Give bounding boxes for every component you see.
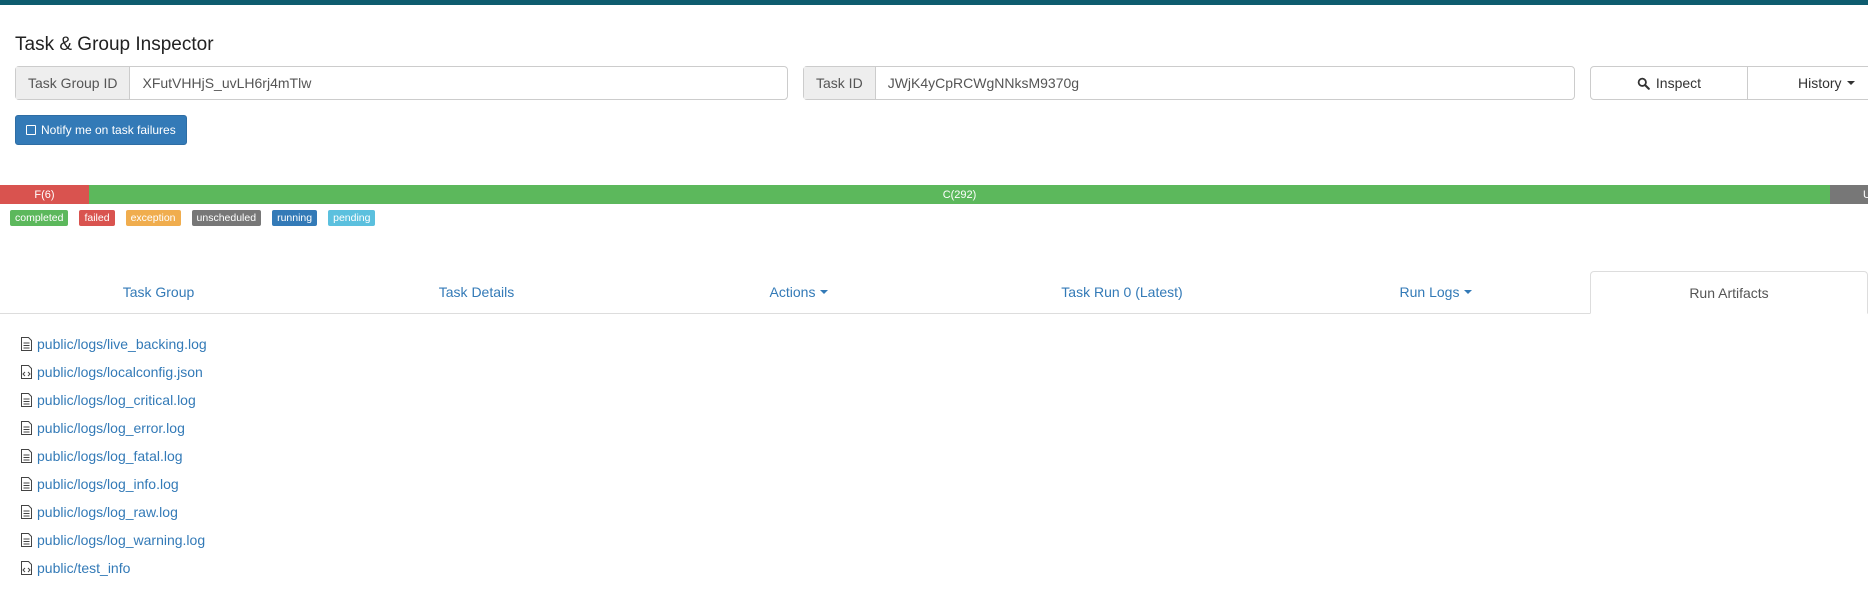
history-label: History xyxy=(1798,75,1842,91)
list-item: public/logs/localconfig.json xyxy=(20,358,207,386)
artifact-link[interactable]: public/test_info xyxy=(37,560,130,576)
task-group-id-input[interactable] xyxy=(130,67,787,99)
file-code-icon xyxy=(21,561,32,575)
artifact-link[interactable]: public/logs/localconfig.json xyxy=(37,364,203,380)
tab-task-run[interactable]: Task Run 0 (Latest) xyxy=(962,271,1282,313)
tab-run-artifacts-label: Run Artifacts xyxy=(1689,284,1769,301)
file-text-icon xyxy=(21,393,32,407)
list-item: public/logs/log_warning.log xyxy=(20,526,207,554)
task-id-group: Task ID xyxy=(803,66,1575,100)
legend-completed: completed xyxy=(10,210,69,226)
search-icon xyxy=(1637,77,1650,90)
legend-failed: failed xyxy=(79,210,115,226)
tab-task-group[interactable]: Task Group xyxy=(0,271,317,313)
task-group-id-group: Task Group ID xyxy=(15,66,788,100)
page-title: Task & Group Inspector xyxy=(15,34,214,55)
progress-segment-unscheduled[interactable]: U xyxy=(1830,185,1868,204)
file-text-icon xyxy=(21,505,32,519)
tab-task-run-label: Task Run 0 (Latest) xyxy=(1061,284,1183,300)
file-code-icon xyxy=(21,365,32,379)
caret-down-icon xyxy=(1464,290,1473,294)
file-text-icon xyxy=(21,337,32,351)
caret-down-icon xyxy=(1846,81,1855,85)
file-text-icon xyxy=(21,421,32,435)
tab-run-artifacts[interactable]: Run Artifacts xyxy=(1590,271,1868,314)
artifact-link[interactable]: public/logs/log_fatal.log xyxy=(37,448,183,464)
notify-failures-button[interactable]: Notify me on task failures xyxy=(15,115,187,145)
inspect-button[interactable]: Inspect xyxy=(1590,66,1748,100)
checkbox-empty-icon xyxy=(26,125,36,135)
task-status-progress-bar: F(6) C(292) U xyxy=(0,185,1868,204)
progress-segment-failed[interactable]: F(6) xyxy=(0,185,89,204)
artifact-link[interactable]: public/logs/log_info.log xyxy=(37,476,179,492)
tab-run-logs[interactable]: Run Logs xyxy=(1282,271,1590,313)
list-item: public/test_info xyxy=(20,554,207,582)
history-dropdown-button[interactable]: History xyxy=(1747,66,1868,100)
file-text-icon xyxy=(21,533,32,547)
file-text-icon xyxy=(21,449,32,463)
artifact-link[interactable]: public/logs/log_warning.log xyxy=(37,532,205,548)
file-text-icon xyxy=(21,477,32,491)
notify-label: Notify me on task failures xyxy=(41,123,176,137)
tab-task-group-label: Task Group xyxy=(122,284,195,300)
task-id-input[interactable] xyxy=(875,67,1574,99)
list-item: public/logs/log_critical.log xyxy=(20,386,207,414)
legend-pending: pending xyxy=(328,210,376,226)
tab-task-details[interactable]: Task Details xyxy=(317,271,636,313)
tab-actions-label: Actions xyxy=(769,284,816,300)
task-id-label: Task ID xyxy=(804,67,876,99)
tab-actions[interactable]: Actions xyxy=(636,271,962,313)
status-legend: completed failed exception unscheduled r… xyxy=(10,210,376,226)
artifact-list: public/logs/live_backing.log public/logs… xyxy=(20,330,207,582)
list-item: public/logs/log_raw.log xyxy=(20,498,207,526)
tab-task-details-label: Task Details xyxy=(438,284,515,300)
legend-running: running xyxy=(272,210,318,226)
list-item: public/logs/live_backing.log xyxy=(20,330,207,358)
artifact-link[interactable]: public/logs/live_backing.log xyxy=(37,336,207,352)
tab-run-logs-label: Run Logs xyxy=(1399,284,1460,300)
task-group-id-label: Task Group ID xyxy=(16,67,131,99)
inspector-tabs: Task Group Task Details Actions Task Run… xyxy=(0,271,1868,314)
artifact-link[interactable]: public/logs/log_critical.log xyxy=(37,392,196,408)
list-item: public/logs/log_fatal.log xyxy=(20,442,207,470)
artifact-link[interactable]: public/logs/log_raw.log xyxy=(37,504,178,520)
top-accent-bar xyxy=(0,0,1868,5)
legend-unscheduled: unscheduled xyxy=(191,210,262,226)
artifact-link[interactable]: public/logs/log_error.log xyxy=(37,420,185,436)
inspect-label: Inspect xyxy=(1655,75,1702,91)
progress-segment-completed[interactable]: C(292) xyxy=(89,185,1830,204)
list-item: public/logs/log_info.log xyxy=(20,470,207,498)
list-item: public/logs/log_error.log xyxy=(20,414,207,442)
legend-exception: exception xyxy=(125,210,181,226)
caret-down-icon xyxy=(820,290,829,294)
